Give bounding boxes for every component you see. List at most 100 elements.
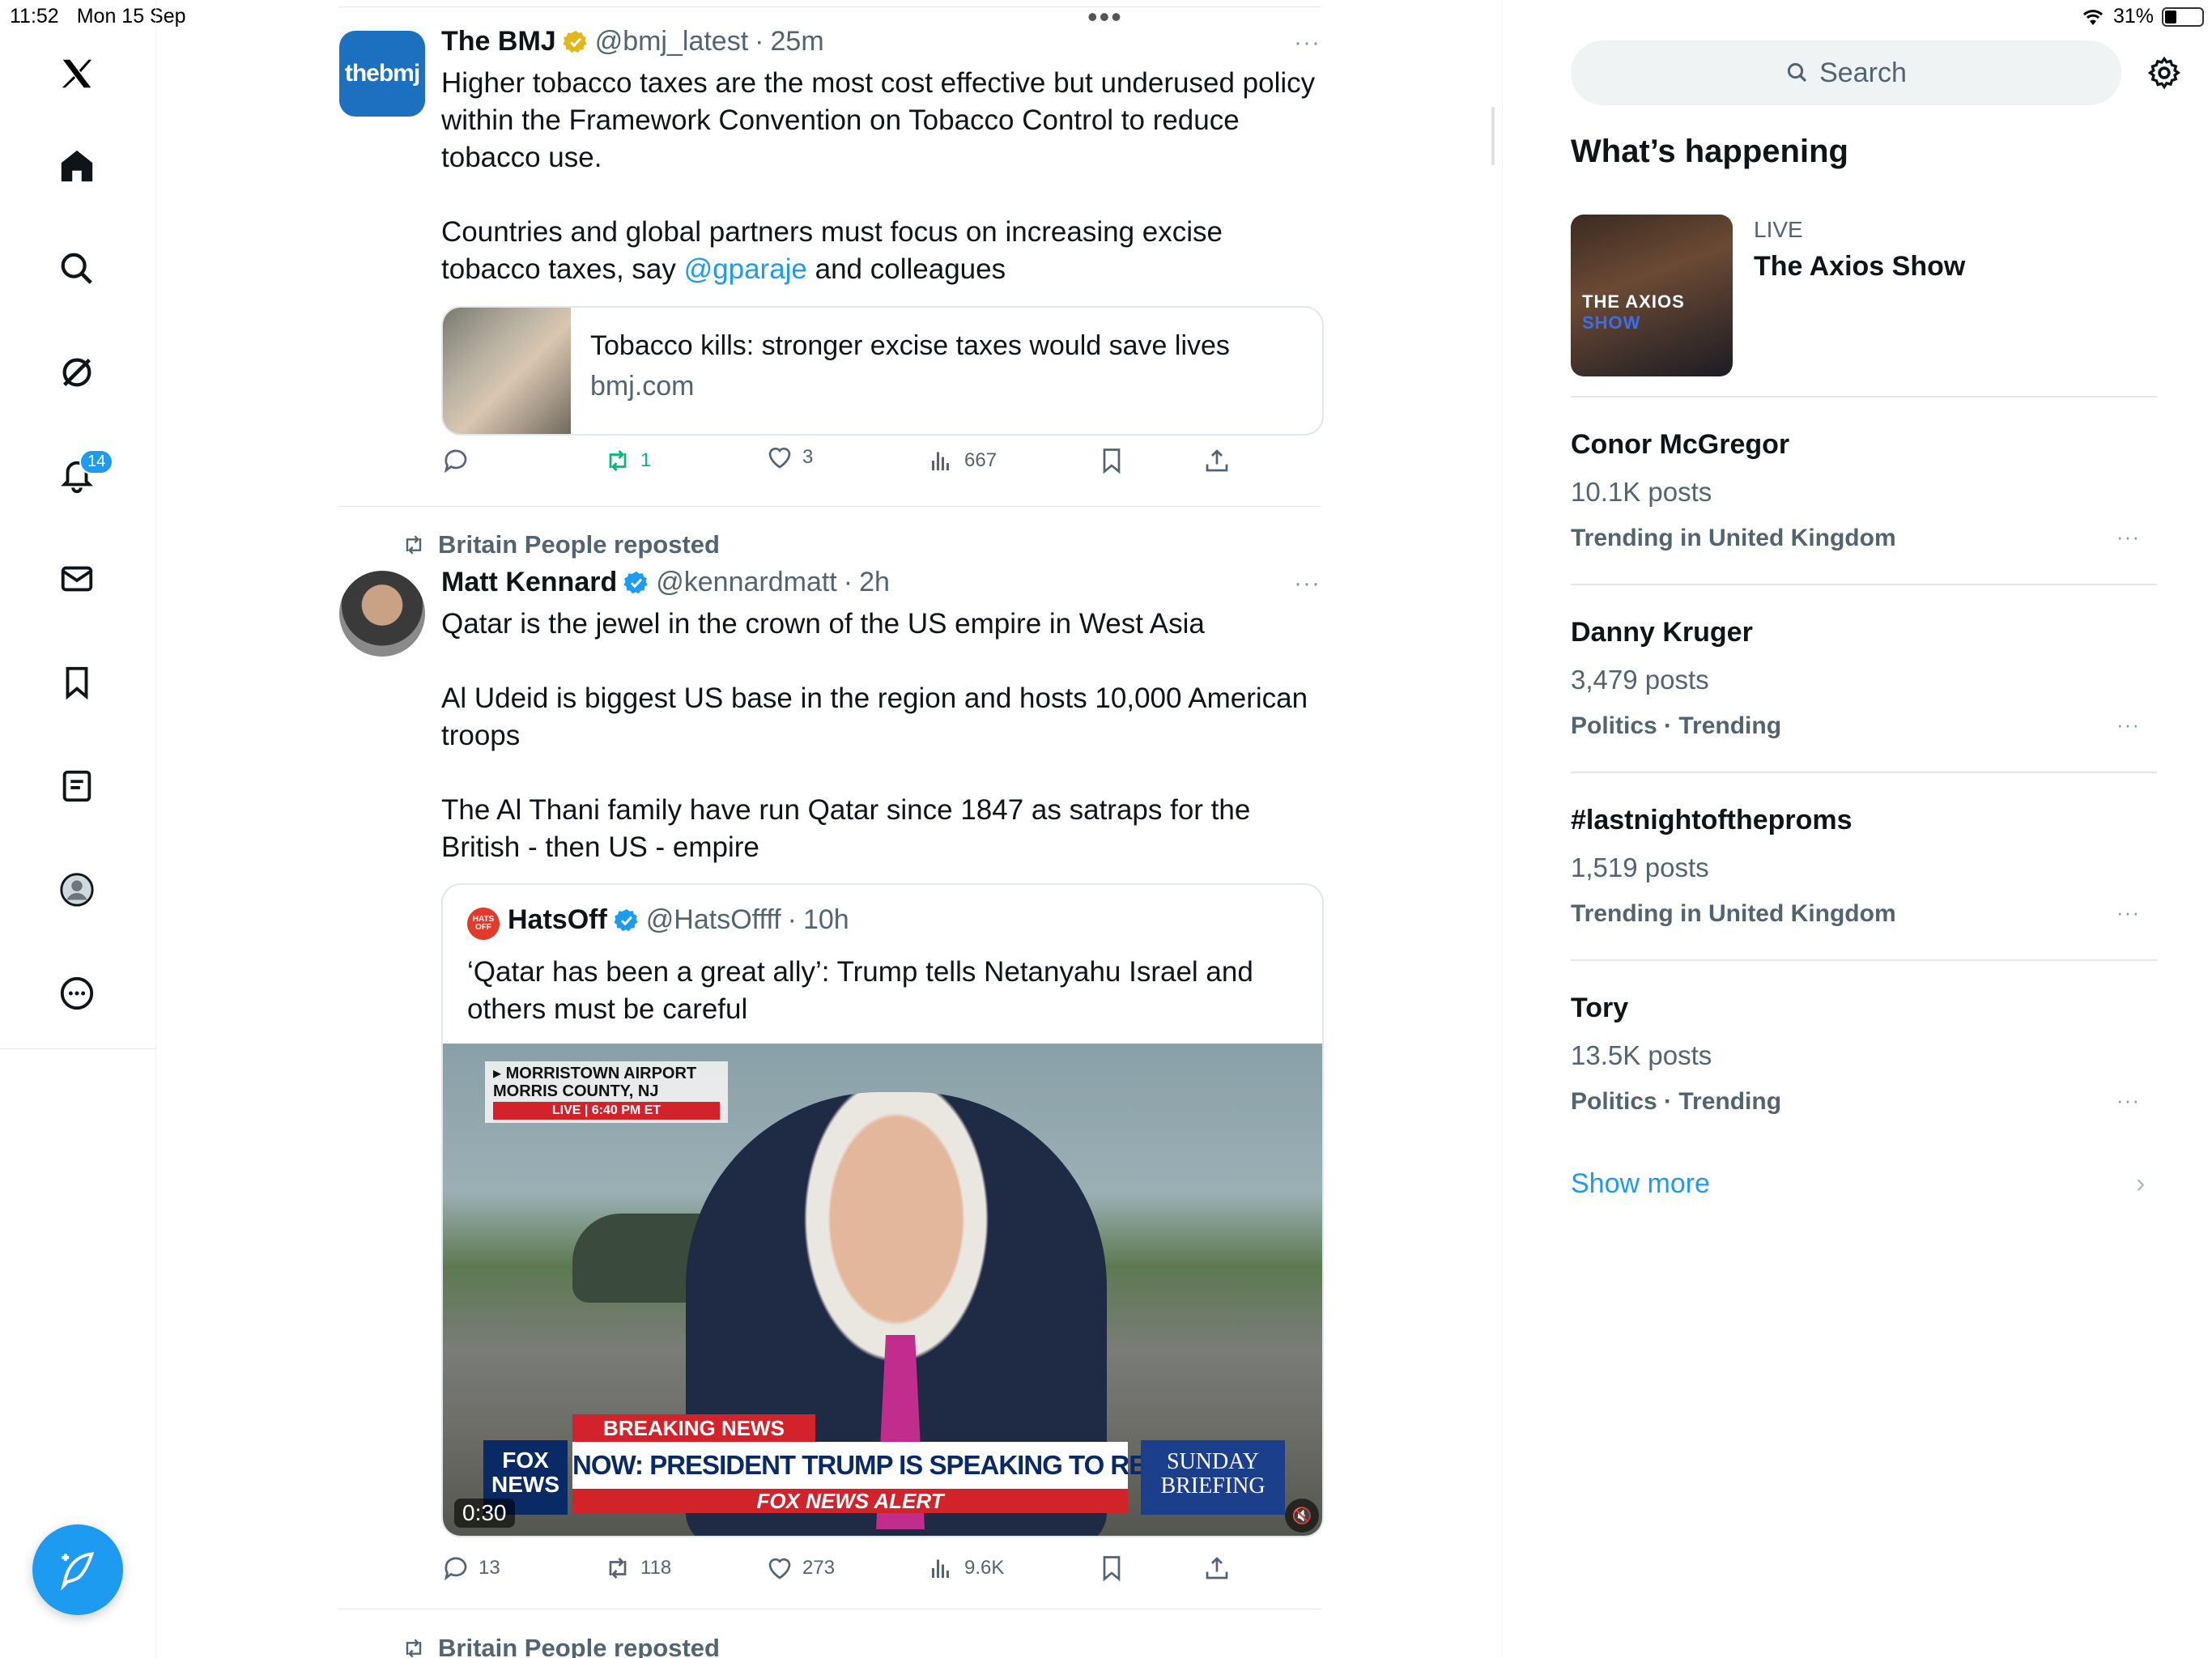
tweet1-more-button[interactable]: ··· [1294,29,1321,57]
tweet2-author-name[interactable]: Matt Kennard [441,567,617,598]
like-count: 273 [802,1557,836,1579]
show-more-link[interactable]: Show more [1571,1168,1710,1200]
tweet2-more-button[interactable]: ··· [1294,570,1321,597]
axios-show-thumbnail[interactable]: THE AXIOS SHOW [1571,215,1733,376]
quote-header: HatsOff @HatsOffff · 10h [508,904,849,936]
repost-button[interactable]: 118 [603,1554,671,1583]
sunday-briefing-logo: SUNDAY BRIEFING [1141,1440,1285,1515]
scroll-indicator [1491,107,1495,165]
trend-more-button[interactable]: ··· [2116,1088,2140,1113]
repost-icon [406,535,422,555]
bookmark-button[interactable] [1097,446,1126,475]
lists-icon[interactable] [53,763,100,810]
tweet1-header: The BMJ @bmj_latest · 25m [441,26,824,57]
trend-separator [1571,959,2157,961]
explore-search-icon[interactable] [53,245,100,292]
thumbnail-logo-part: SHOW [1582,312,1641,333]
live-label: LIVE [1754,217,1803,242]
headline-banner: NOW: PRESIDENT TRUMP IS SPEAKING TO REPO… [572,1442,1270,1489]
repost-context[interactable]: Britain People reposted [401,530,720,559]
tweet2-dot: · [843,567,853,597]
blue-verified-badge-icon [623,571,648,593]
trend-separator [1571,396,2157,397]
tweet1-time[interactable]: 25m [771,26,824,57]
repost-icon [609,1558,627,1579]
top-handle-dots[interactable]: ••• [1087,0,1123,34]
battery-percent: 31% [2112,5,2154,28]
home-icon[interactable] [53,142,100,189]
tweet1-text: Higher tobacco taxes are the most cost e… [441,65,1324,288]
tweet1-handle[interactable]: @bmj_latest [595,26,748,57]
mention-link[interactable]: @gparaje [684,253,807,285]
like-button[interactable]: 273 [765,1554,835,1583]
tweet2-paragraph: The Al Thani family have run Qatar since… [441,794,1251,863]
trend-more-button[interactable]: ··· [2116,712,2140,738]
link-preview-card[interactable]: Tobacco kills: stronger excise taxes wou… [441,306,1324,436]
bookmark-icon [1103,1556,1121,1582]
trend-count: 1,519 posts [1571,852,1709,882]
grok-icon[interactable] [53,349,100,396]
heart-icon [768,447,791,469]
views-count: 9.6K [964,1557,1005,1579]
battery-icon [2162,6,2204,27]
trend-separator [1571,584,2157,585]
video-player[interactable]: ▸ MORRISTOWN AIRPORT MORRIS COUNTY, NJ L… [443,1044,1322,1536]
share-button[interactable] [1202,446,1231,475]
search-input[interactable]: Search [1571,40,2121,105]
profile-avatar-icon[interactable] [53,866,100,913]
repost-icon [406,1639,422,1658]
views-count: 667 [964,449,998,471]
thumbnail-logo-part: THE AXIOS [1582,291,1685,312]
quoted-tweet-card[interactable]: HATS OFF HatsOff @HatsOffff · 10h ‘Qatar h… [441,883,1324,1537]
live-title[interactable]: The Axios Show [1754,251,1965,283]
nav-divider [0,1048,156,1049]
link-card-domain: bmj.com [590,371,695,402]
tweet1-author-name[interactable]: The BMJ [441,26,556,57]
trend-more-button[interactable]: ··· [2116,525,2140,550]
thumbnail-logo-text: THE AXIOS SHOW [1582,291,1733,334]
tweet2-handle[interactable]: @kennardmatt [656,567,837,598]
views-button[interactable]: 9.6K [927,1554,1004,1583]
like-button[interactable]: 3 [765,443,813,472]
more-options-icon[interactable] [53,970,100,1017]
tweet2-paragraph: Qatar is the jewel in the crown of the U… [441,608,1205,640]
matt-kennard-avatar[interactable] [339,571,425,657]
trend-name: Tory [1571,993,1629,1023]
bmj-avatar[interactable]: thebmj [339,31,425,117]
repost-button[interactable]: 1 [603,446,651,475]
repost-count: 1 [640,449,652,471]
like-count: 3 [802,446,814,468]
settings-gear-icon[interactable] [2146,55,2182,91]
trend-more-button[interactable]: ··· [2116,900,2140,925]
trend-name: Conor McGregor [1571,429,1790,460]
bookmarks-icon[interactable] [53,659,100,706]
repost-count: 118 [640,1557,672,1579]
live-time-line: LIVE | 6:40 PM ET [493,1102,720,1120]
tweet1-text-part: and colleagues [806,253,1006,285]
tweet2-time[interactable]: 2h [859,567,890,598]
quote-time: 10h [802,904,849,935]
mute-icon[interactable]: 🔇 [1285,1499,1319,1533]
repost-context[interactable]: Britain People reposted [401,1634,720,1658]
messages-envelope-icon[interactable] [53,555,100,602]
x-logo-icon[interactable] [53,50,100,97]
compose-feather-icon [61,1552,95,1591]
quote-handle[interactable]: @HatsOffff [646,904,781,936]
news-alert-bar: FOX NEWS ALERT [572,1489,1128,1513]
share-button[interactable] [1202,1554,1231,1583]
hatsoff-avatar[interactable]: HATS OFF [467,908,500,940]
status-bar-right: 31% [2081,5,2204,28]
tweet1-paragraph-2: Countries and global partners must focus… [441,214,1324,288]
repost-icon [609,450,627,471]
reply-button[interactable] [441,446,479,475]
compose-post-button[interactable] [32,1524,123,1615]
quote-author-name[interactable]: HatsOff [508,904,607,936]
repost-context-label: Britain People reposted [438,1634,720,1658]
tweet1-paragraph: Higher tobacco taxes are the most cost e… [441,67,1316,173]
tweet-separator [338,506,1321,507]
views-button[interactable]: 667 [927,446,997,475]
share-icon [1206,1557,1228,1579]
reply-button[interactable]: 13 [441,1554,500,1583]
bookmark-button[interactable] [1097,1554,1126,1583]
trend-context: Politics · Trending [1571,712,1782,739]
